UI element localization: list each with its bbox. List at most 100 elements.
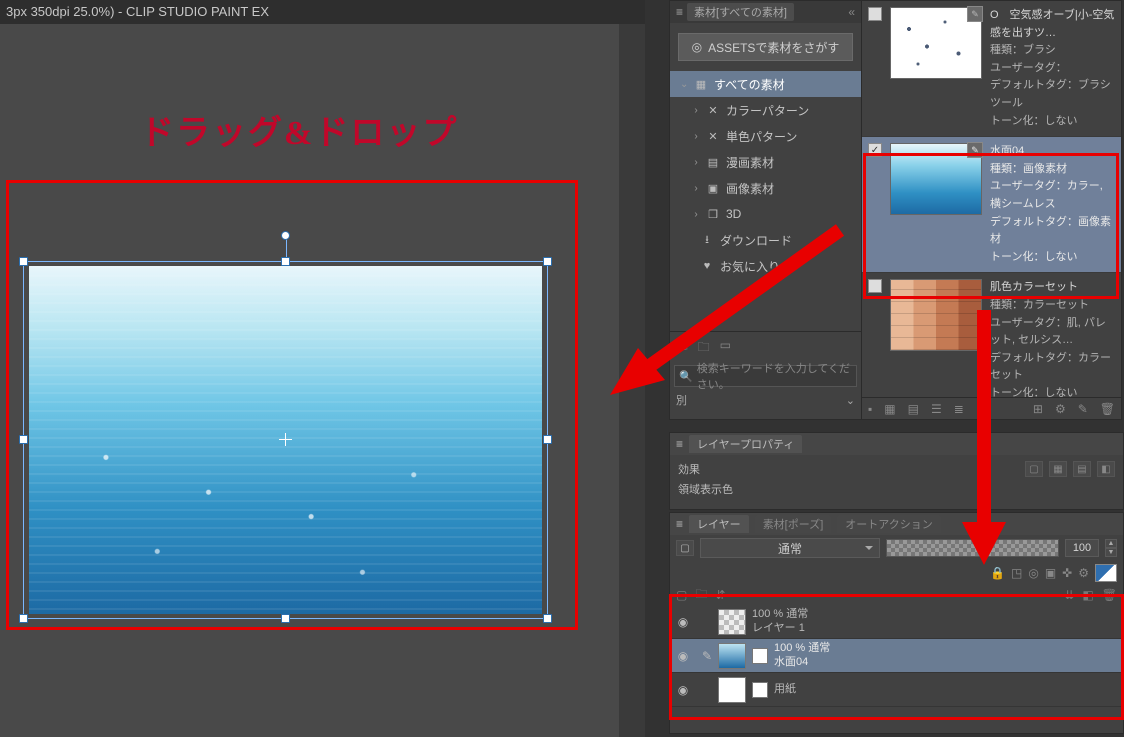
annotation-highlight-material bbox=[863, 153, 1119, 299]
layer-property-panel: ≡ レイヤープロパティ 効果 ▢ ▦ ▤ ◧ 領域表示色 bbox=[669, 432, 1124, 510]
tree-label: お気に入り bbox=[720, 258, 780, 275]
color-indicator[interactable] bbox=[1095, 564, 1117, 582]
expand-icon[interactable]: › bbox=[692, 183, 700, 194]
ref-icon[interactable]: ◎ bbox=[1028, 566, 1038, 580]
meta-label: デフォルトタグ： bbox=[990, 352, 1078, 364]
opacity-spinner[interactable]: ▲▼ bbox=[1105, 539, 1117, 557]
assets-search-button[interactable]: ◎ ASSETSで素材をさがす bbox=[678, 33, 853, 61]
tree-item-download[interactable]: ⭳ ダウンロード bbox=[670, 227, 861, 253]
layer-property-tab[interactable]: レイヤープロパティ bbox=[689, 435, 802, 453]
canvas-scrollbar-vertical[interactable] bbox=[619, 24, 645, 737]
delete-icon[interactable]: 🗑 bbox=[1100, 402, 1115, 416]
tree-item-mono-pattern[interactable]: › ✕ 単色パターン bbox=[670, 123, 861, 149]
material-thumbnail[interactable]: ✎ bbox=[890, 7, 982, 79]
layer-property-header[interactable]: ≡ レイヤープロパティ bbox=[670, 433, 1123, 455]
effect-border-icon[interactable]: ▢ bbox=[1025, 461, 1043, 477]
view-large-icon[interactable]: ▤ bbox=[908, 402, 919, 416]
material-filter-row[interactable]: 別 ⌄ bbox=[674, 391, 857, 409]
meta-label: ユーザータグ： bbox=[990, 62, 1067, 74]
menu-icon[interactable]: ≡ bbox=[676, 5, 683, 19]
effect-color-icon[interactable]: ▤ bbox=[1073, 461, 1091, 477]
new-icon[interactable]: ⊞ bbox=[1033, 402, 1043, 416]
paste-icon[interactable]: ⎘ bbox=[678, 338, 688, 359]
blend-mode-label: 通常 bbox=[778, 540, 802, 557]
tree-item-all[interactable]: ⌄ ▦ すべての素材 bbox=[670, 71, 861, 97]
layers-toolbar-1: ▢ 通常 100 ▲▼ bbox=[670, 535, 1123, 561]
expand-icon[interactable]: › bbox=[692, 157, 700, 168]
right-panels: ≡ 素材[すべての素材] « ◎ ASSETSで素材をさがす ⌄ ▦ すべての素… bbox=[663, 0, 1124, 737]
prop-icon[interactable]: ⚙ bbox=[1055, 402, 1066, 416]
effect-label: 効果 bbox=[678, 461, 700, 477]
annotation-highlight-canvas bbox=[6, 180, 578, 630]
meta-value: ブラシ bbox=[1023, 44, 1056, 56]
assets-button-label: ASSETSで素材をさがす bbox=[708, 39, 839, 56]
expand-icon[interactable]: ⌄ bbox=[680, 79, 688, 90]
clip-icon[interactable]: ◳ bbox=[1011, 566, 1022, 580]
mask-icon[interactable]: ▣ bbox=[1045, 566, 1056, 580]
page-icon[interactable]: ▭ bbox=[720, 338, 731, 359]
menu-icon[interactable]: ≡ bbox=[676, 517, 683, 531]
meta-label: 種類： bbox=[990, 44, 1023, 56]
effect-extract-icon[interactable]: ◧ bbox=[1097, 461, 1115, 477]
filter-label: 別 bbox=[676, 392, 687, 408]
menu-icon[interactable]: ≡ bbox=[676, 437, 683, 451]
pattern-icon: ✕ bbox=[706, 129, 720, 143]
tree-item-manga[interactable]: › ▤ 漫画素材 bbox=[670, 149, 861, 175]
meta-value: しない bbox=[1044, 387, 1077, 397]
material-search[interactable]: 🔍 検索キーワードを入力してください。 bbox=[674, 365, 857, 387]
image-icon: ▣ bbox=[706, 181, 720, 195]
tree-label: ダウンロード bbox=[720, 232, 792, 249]
view-list-icon[interactable]: ☰ bbox=[931, 402, 942, 416]
layers-header[interactable]: ≡ レイヤー 素材[ポーズ] オートアクション bbox=[670, 513, 1123, 535]
download-icon: ⭳ bbox=[700, 233, 714, 247]
heart-icon: ♥ bbox=[700, 259, 714, 273]
up-icon[interactable]: ▲ bbox=[1105, 539, 1117, 548]
search-icon: 🔍 bbox=[679, 370, 693, 383]
window-title: 3px 350dpi 25.0%) - CLIP STUDIO PAINT EX bbox=[0, 0, 645, 24]
canvas-pane: 3px 350dpi 25.0%) - CLIP STUDIO PAINT EX… bbox=[0, 0, 645, 737]
tree-item-favorite[interactable]: ♥ お気に入り bbox=[670, 253, 861, 279]
blend-mode-select[interactable]: 通常 bbox=[700, 538, 880, 558]
material-checkbox[interactable] bbox=[868, 7, 882, 130]
meta-label: トーン化： bbox=[990, 115, 1044, 127]
tree-label: 画像素材 bbox=[726, 180, 774, 197]
material-list-toolbar: ▪ ▦ ▤ ☰ ≣ ⊞ ⚙ ✎ 🗑 bbox=[862, 397, 1121, 419]
layers-tab[interactable]: レイヤー bbox=[689, 515, 749, 533]
meta-label: ユーザータグ： bbox=[990, 317, 1067, 329]
meta-value: カラーセット bbox=[1023, 299, 1089, 311]
collapse-icon[interactable]: « bbox=[848, 5, 855, 19]
tab-pose[interactable]: 素材[ポーズ] bbox=[755, 515, 832, 533]
chevron-down-icon[interactable]: ⌄ bbox=[846, 394, 855, 407]
opacity-slider[interactable] bbox=[886, 539, 1059, 557]
meta-label: トーン化： bbox=[990, 387, 1044, 397]
tab-autoaction[interactable]: オートアクション bbox=[837, 515, 940, 533]
tree-label: 単色パターン bbox=[726, 128, 797, 145]
opacity-value[interactable]: 100 bbox=[1065, 539, 1099, 557]
material-tab[interactable]: 素材[すべての素材] bbox=[687, 3, 794, 21]
layer-mode-btn[interactable]: ▢ bbox=[676, 540, 694, 556]
folder-icon[interactable]: 🗀 bbox=[698, 338, 710, 359]
search-placeholder: 検索キーワードを入力してください。 bbox=[697, 360, 852, 392]
material-tree-list[interactable]: ⌄ ▦ すべての素材 › ✕ カラーパターン › ✕ 単色パターン › ▤ bbox=[670, 71, 861, 331]
tree-item-color-pattern[interactable]: › ✕ カラーパターン bbox=[670, 97, 861, 123]
annotation-text: ドラッグ&ドロップ bbox=[140, 105, 458, 154]
view-detail-icon[interactable]: ≣ bbox=[954, 402, 964, 416]
material-panel-header[interactable]: ≡ 素材[すべての素材] « bbox=[670, 1, 861, 23]
material-item[interactable]: ✎ O 空気感オーブ|小-空気感を出すツ… 種類：ブラシ ユーザータグ： デフォ… bbox=[862, 1, 1121, 137]
ruler-icon[interactable]: ✜ bbox=[1062, 566, 1072, 580]
tree-item-3d[interactable]: › ❒ 3D bbox=[670, 201, 861, 227]
badge-icon: ✎ bbox=[967, 6, 983, 22]
expand-icon[interactable]: › bbox=[692, 209, 700, 220]
layers-toolbar-2: 🔒 ◳ ◎ ▣ ✜ ⚙ bbox=[670, 561, 1123, 585]
tree-item-image[interactable]: › ▣ 画像素材 bbox=[670, 175, 861, 201]
down-icon[interactable]: ▼ bbox=[1105, 548, 1117, 557]
view-med-icon[interactable]: ▦ bbox=[884, 402, 895, 416]
view-small-icon[interactable]: ▪ bbox=[868, 402, 872, 416]
lock-icon[interactable]: 🔒 bbox=[990, 566, 1005, 580]
material-footer-icons: ⎘ 🗀 ▭ bbox=[674, 336, 857, 361]
effect-tone-icon[interactable]: ▦ bbox=[1049, 461, 1067, 477]
expand-icon[interactable]: › bbox=[692, 105, 700, 116]
gear-icon[interactable]: ⚙ bbox=[1078, 566, 1089, 580]
rename-icon[interactable]: ✎ bbox=[1078, 402, 1088, 416]
expand-icon[interactable]: › bbox=[692, 131, 700, 142]
